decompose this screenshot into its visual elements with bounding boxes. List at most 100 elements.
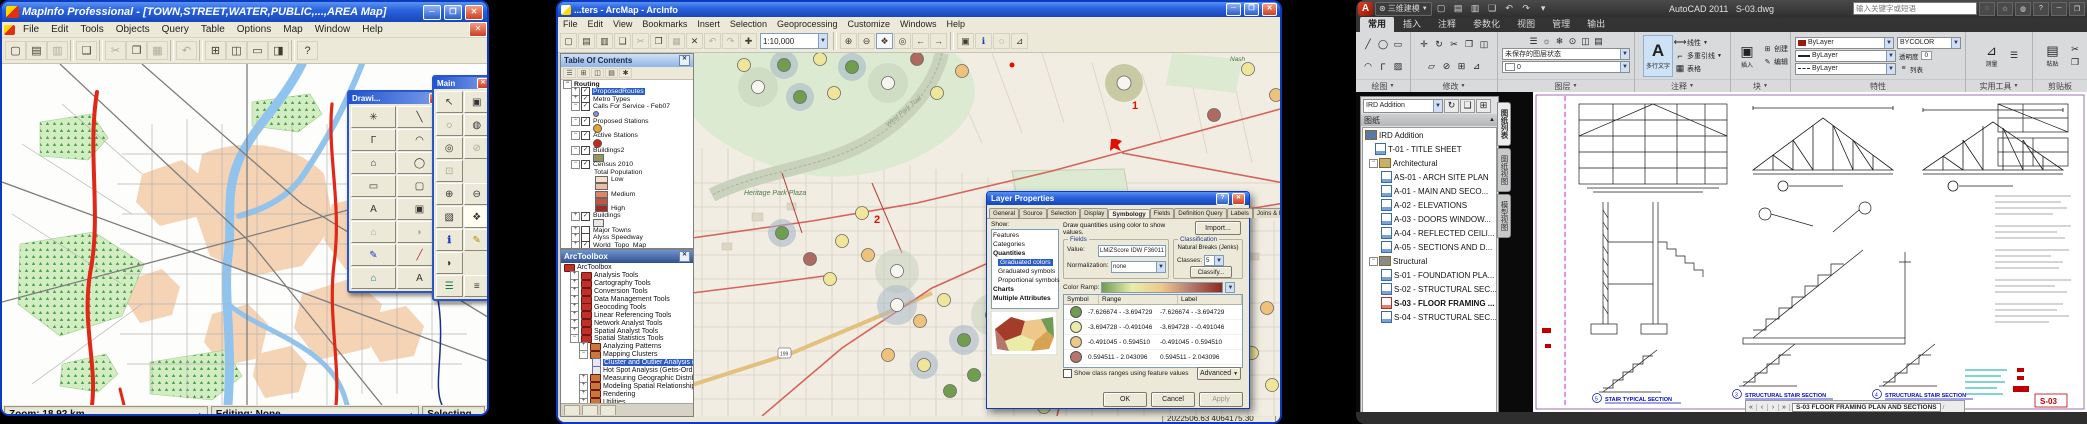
- tab-model-views[interactable]: 模型视图: [1497, 194, 1511, 238]
- toolbox-item[interactable]: +Linear Referencing Tools: [563, 311, 693, 319]
- graph-select-icon[interactable]: ⊘: [464, 137, 488, 159]
- menu-tools[interactable]: Tools: [74, 24, 109, 35]
- toolbox-root[interactable]: ArcToolbox: [563, 264, 693, 272]
- change-view-icon[interactable]: ▧: [436, 206, 463, 228]
- tool-item[interactable]: Cluster and Outlier Analysis (Anseli...: [563, 359, 693, 367]
- tab-manage[interactable]: 管理: [1544, 16, 1578, 32]
- menu-customize[interactable]: Customize: [843, 19, 896, 29]
- arctoolbox-header[interactable]: ArcToolbox ✕: [561, 250, 693, 263]
- tab-display[interactable]: Display: [1080, 208, 1108, 218]
- zoom-out-icon[interactable]: ⊖: [858, 33, 875, 49]
- panel-tab[interactable]: [564, 405, 580, 415]
- copy-icon[interactable]: ❐: [126, 41, 147, 60]
- rotate-icon[interactable]: ↻: [1433, 38, 1446, 50]
- class-row[interactable]: -7.626674 - -3.694729 -7.626674 - -3.694…: [1064, 305, 1242, 320]
- polyline-icon[interactable]: Γ: [1377, 61, 1390, 73]
- select-tool-icon[interactable]: ↖: [436, 91, 463, 113]
- copy-clip-icon[interactable]: ❐: [2069, 56, 2082, 68]
- linetype-combo[interactable]: ByLayer ▼: [1795, 63, 1896, 75]
- cancel-button[interactable]: Cancel: [1151, 392, 1195, 407]
- menu-geoprocessing[interactable]: Geoprocessing: [772, 19, 843, 29]
- trim-icon[interactable]: ✂: [1448, 38, 1461, 50]
- current-layer-combo[interactable]: 0 ▼: [1502, 61, 1630, 73]
- edit-block-button[interactable]: ✎编辑: [1763, 56, 1788, 68]
- tab-sheet-views[interactable]: 图纸视图: [1497, 148, 1511, 192]
- radius-select-icon[interactable]: ◌: [436, 114, 463, 136]
- add-data-icon[interactable]: ✚: [740, 33, 757, 49]
- full-extent-icon[interactable]: ◎: [894, 33, 911, 49]
- sheet-item[interactable]: AS-01 - ARCH SITE PLAN: [1363, 170, 1496, 184]
- text-tool-icon[interactable]: A: [351, 198, 396, 220]
- toc-layer[interactable]: −✓Active Stations: [563, 132, 693, 139]
- multileader-button[interactable]: ⌐多重引线▼: [1675, 50, 1722, 62]
- restore-button[interactable]: ❐: [444, 5, 462, 20]
- tab-sheet-list[interactable]: 图纸列表: [1497, 102, 1511, 146]
- search-icon[interactable]: ◌: [1979, 2, 1995, 16]
- polygon-select-icon[interactable]: ◍: [464, 114, 488, 136]
- new-redistricter-icon[interactable]: ◨: [268, 41, 289, 60]
- zoom-out-icon[interactable]: ⊖: [464, 183, 488, 205]
- child-close-button[interactable]: ✕: [469, 22, 487, 37]
- list-by-source-icon[interactable]: ⊞: [577, 68, 590, 78]
- advanced-button[interactable]: Advanced▼: [1197, 367, 1241, 380]
- toolbox-item[interactable]: +Spatial Analyst Tools: [563, 327, 693, 335]
- arc-icon[interactable]: ◠: [1362, 61, 1375, 73]
- map-scale-combo[interactable]: 1:10,000 ▼: [760, 33, 828, 49]
- layer-off-icon[interactable]: ☼: [1541, 35, 1552, 47]
- sheet-subset[interactable]: −Architectural: [1363, 156, 1496, 170]
- info-tool-icon[interactable]: ℹ: [436, 229, 463, 251]
- comm-center-icon[interactable]: ◍: [2015, 2, 2031, 16]
- copy-icon[interactable]: ❐: [650, 33, 667, 49]
- sheet-item[interactable]: A-04 - REFLECTED CEILI...: [1363, 226, 1496, 240]
- toc-class[interactable]: Medium: [563, 190, 693, 197]
- tab-labels[interactable]: Labels: [1227, 208, 1253, 218]
- tab-output[interactable]: 输出: [1579, 16, 1613, 32]
- qat-redo-icon[interactable]: ↷: [1519, 2, 1534, 15]
- infocenter-search-input[interactable]: [1853, 2, 1977, 15]
- layout-paper[interactable]: 5 STAIR TYPICAL SECTION 3 STRUCTURAL STA…: [1533, 92, 2087, 412]
- toolbox-item[interactable]: +Analysis Tools: [563, 272, 693, 280]
- rectangle-icon[interactable]: ▭: [1392, 38, 1405, 50]
- close-icon[interactable]: ✕: [477, 78, 487, 89]
- delete-icon[interactable]: ✕: [686, 33, 703, 49]
- clipboard-panel-label[interactable]: 剪贴板: [2033, 79, 2087, 92]
- plot-style-combo[interactable]: BYCOLOR ▼: [1897, 37, 1961, 49]
- menu-help[interactable]: Help: [942, 19, 971, 29]
- table-button[interactable]: ▦表格: [1675, 63, 1722, 75]
- polyline-tool-icon[interactable]: Γ: [351, 129, 396, 151]
- cut-icon[interactable]: ✂: [2069, 43, 2082, 55]
- print-icon[interactable]: ❑: [76, 41, 97, 60]
- toc-layer[interactable]: +✓World_Topo_Map: [563, 242, 693, 248]
- toolbox-item[interactable]: +Network Analyst Tools: [563, 319, 693, 327]
- lineweight-combo[interactable]: ByLayer ▼: [1795, 50, 1896, 62]
- find-icon[interactable]: ◌: [993, 33, 1010, 49]
- sheet-item[interactable]: A-05 - SECTIONS AND D...: [1363, 240, 1496, 254]
- class-row[interactable]: -0.491045 - 0.594510 -0.491045 - 0.59451…: [1064, 335, 1242, 350]
- grabber-tool-icon[interactable]: ❖: [464, 206, 488, 228]
- layer-lock-icon[interactable]: ⊙: [1567, 35, 1578, 47]
- help-icon[interactable]: ?: [1216, 193, 1229, 205]
- measure-icon[interactable]: ⊿: [1011, 33, 1028, 49]
- ok-button[interactable]: OK: [1103, 392, 1147, 407]
- paste-button[interactable]: ▤ 粘贴: [2039, 43, 2067, 68]
- zoom-in-icon[interactable]: ⊕: [840, 33, 857, 49]
- legend-icon[interactable]: ≡: [464, 275, 488, 297]
- last-layout-icon[interactable]: »: [1779, 404, 1790, 411]
- active-layout-tab[interactable]: S-03 FLOOR FRAMING PLAN AND SECTIONS: [1792, 403, 1941, 412]
- mtext-button[interactable]: A 多行文字: [1643, 35, 1673, 77]
- toc-layer[interactable]: −✓Census 2010: [563, 161, 693, 168]
- new-layout-icon[interactable]: ▭: [247, 41, 268, 60]
- dialog-title-bar[interactable]: Layer Properties ? ✕: [987, 192, 1249, 205]
- select-features-icon[interactable]: ▣: [957, 33, 974, 49]
- show-ranges-checkbox[interactable]: [1063, 369, 1072, 378]
- menu-map[interactable]: Map: [277, 24, 308, 35]
- utilities-panel-label[interactable]: 实用工具▼: [1966, 79, 2032, 92]
- redo-icon[interactable]: ↷: [722, 33, 739, 49]
- object-color-combo[interactable]: ByLayer ▼: [1795, 37, 1894, 49]
- quick-select-icon[interactable]: ☰: [2008, 50, 2021, 62]
- undo-icon[interactable]: ↶: [176, 41, 197, 60]
- tab-insert[interactable]: 插入: [1395, 16, 1429, 32]
- boundary-select-icon[interactable]: ◎: [436, 137, 463, 159]
- marquee-select-icon[interactable]: ▣: [464, 91, 488, 113]
- menu-view[interactable]: View: [608, 19, 637, 29]
